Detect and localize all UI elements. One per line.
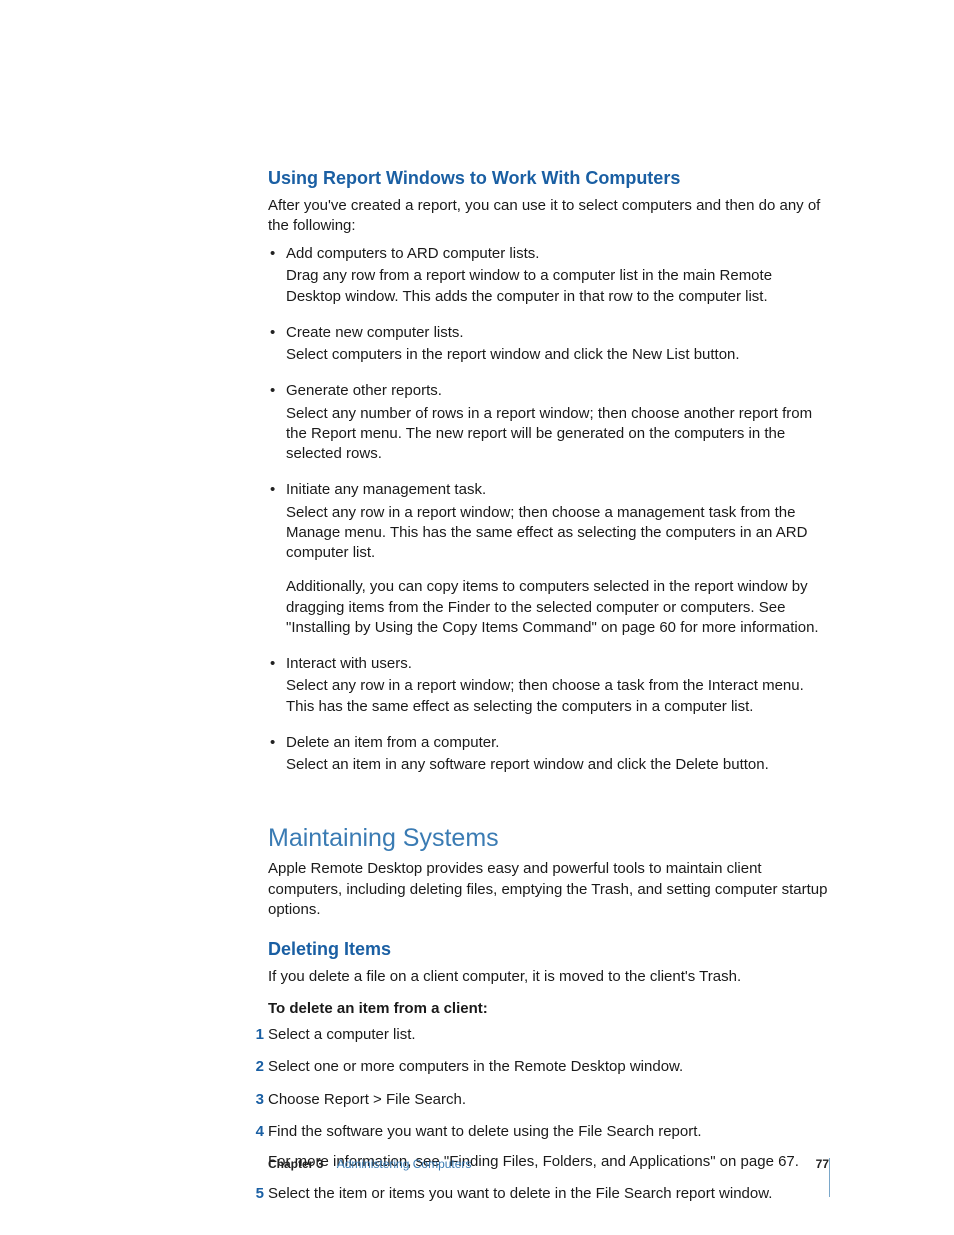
list-item: Create new computer lists. Select comput… [268,323,829,366]
list-item: Initiate any management task. Select any… [268,480,829,638]
instruction-heading: To delete an item from a client: [268,999,829,1019]
bullet-lead: Delete an item from a computer. [286,733,829,753]
bullet-lead: Add computers to ARD computer lists. [286,244,829,264]
step-text: Select a computer list. [268,1025,829,1045]
step-number: 4 [246,1122,264,1142]
step-number: 3 [246,1090,264,1110]
page-footer: Chapter 3 Administering Computers 77 [268,1157,829,1171]
step-number: 1 [246,1025,264,1045]
chapter-label: Chapter 3 [268,1157,323,1171]
bullet-lead: Initiate any management task. [286,480,829,500]
bullet-lead: Create new computer lists. [286,323,829,343]
step-text: Select one or more computers in the Remo… [268,1057,829,1077]
bullet-list: Add computers to ARD computer lists. Dra… [268,244,829,775]
step-text: Find the software you want to delete usi… [268,1122,829,1142]
footer-left: Chapter 3 Administering Computers [268,1157,471,1171]
step-text: Choose Report > File Search. [268,1090,829,1110]
bullet-extra: Additionally, you can copy items to comp… [286,577,829,638]
step-item: 3 Choose Report > File Search. [268,1090,829,1110]
document-page: Using Report Windows to Work With Comput… [0,0,954,1235]
list-item: Delete an item from a computer. Select a… [268,733,829,776]
list-item: Interact with users. Select any row in a… [268,654,829,717]
bullet-body: Drag any row from a report window to a c… [286,266,829,307]
margin-rule [829,1158,830,1197]
list-item: Add computers to ARD computer lists. Dra… [268,244,829,307]
heading-maintaining-systems: Maintaining Systems [268,823,829,853]
step-item: 1 Select a computer list. [268,1025,829,1045]
intro-paragraph: After you've created a report, you can u… [268,196,829,237]
bullet-body: Select any row in a report window; then … [286,676,829,717]
step-item: 5 Select the item or items you want to d… [268,1184,829,1204]
bullet-lead: Interact with users. [286,654,829,674]
intro-paragraph: Apple Remote Desktop provides easy and p… [268,859,829,920]
chapter-title: Administering Computers [337,1157,472,1171]
step-number: 5 [246,1184,264,1204]
step-item: 2 Select one or more computers in the Re… [268,1057,829,1077]
bullet-body: Select any row in a report window; then … [286,503,829,564]
step-number: 2 [246,1057,264,1077]
page-number: 77 [816,1157,829,1171]
numbered-steps: 1 Select a computer list. 2 Select one o… [268,1025,829,1205]
bullet-body: Select any number of rows in a report wi… [286,404,829,465]
bullet-body: Select computers in the report window an… [286,345,829,365]
bullet-lead: Generate other reports. [286,381,829,401]
step-text: Select the item or items you want to del… [268,1184,829,1204]
list-item: Generate other reports. Select any numbe… [268,381,829,464]
bullet-body: Select an item in any software report wi… [286,755,829,775]
intro-paragraph: If you delete a file on a client compute… [268,967,829,987]
heading-deleting-items: Deleting Items [268,938,829,961]
heading-using-report-windows: Using Report Windows to Work With Comput… [268,167,829,190]
